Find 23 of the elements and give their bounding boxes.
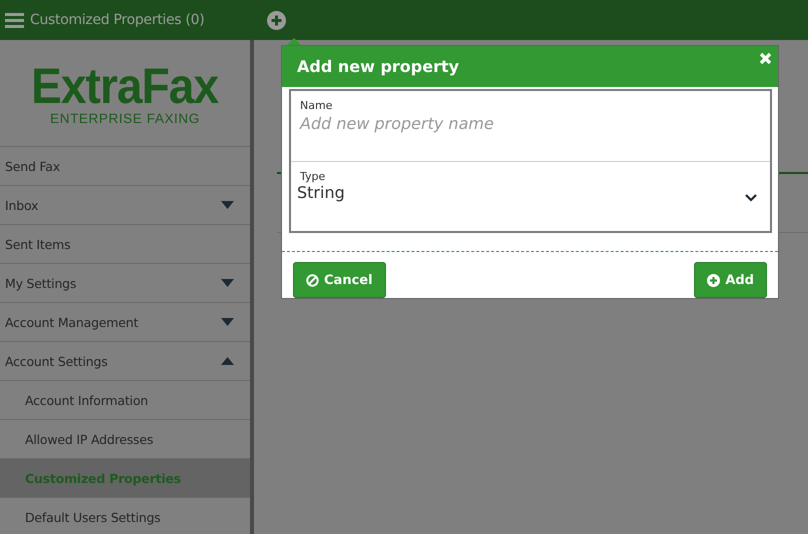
field-label: Name (300, 99, 334, 112)
dialog-title: Add new property (297, 57, 460, 76)
sidebar-item[interactable]: My Settings (0, 264, 250, 303)
sidebar-item[interactable]: Sent Items (0, 225, 250, 264)
sidebar-item[interactable]: Account Information (0, 381, 250, 420)
cancel-icon (306, 274, 319, 286)
close-button[interactable] (757, 50, 774, 67)
sidebar-item[interactable]: Default Users Settings (0, 498, 250, 534)
plus-icon (707, 274, 720, 286)
field-label: Type (300, 170, 326, 183)
sidebar-item[interactable]: Inbox (0, 186, 250, 225)
page-title: Customized Properties (0) (30, 12, 204, 28)
name-field[interactable]: Add new property name (300, 112, 761, 135)
sidebar-item[interactable]: Account Settings (0, 342, 250, 381)
add-icon[interactable] (267, 10, 286, 30)
type-dropdown[interactable]: String (297, 183, 761, 202)
menu-icon[interactable] (5, 12, 24, 28)
add-button[interactable]: Add (694, 262, 767, 298)
cancel-button[interactable]: Cancel (293, 262, 386, 298)
logo: ExtraFax ENTERPRISE FAXING (0, 40, 250, 147)
chevron-down-icon (745, 194, 757, 202)
sidebar-item[interactable]: Account Management (0, 303, 250, 342)
sidebar-item[interactable]: Send Fax (0, 147, 250, 186)
